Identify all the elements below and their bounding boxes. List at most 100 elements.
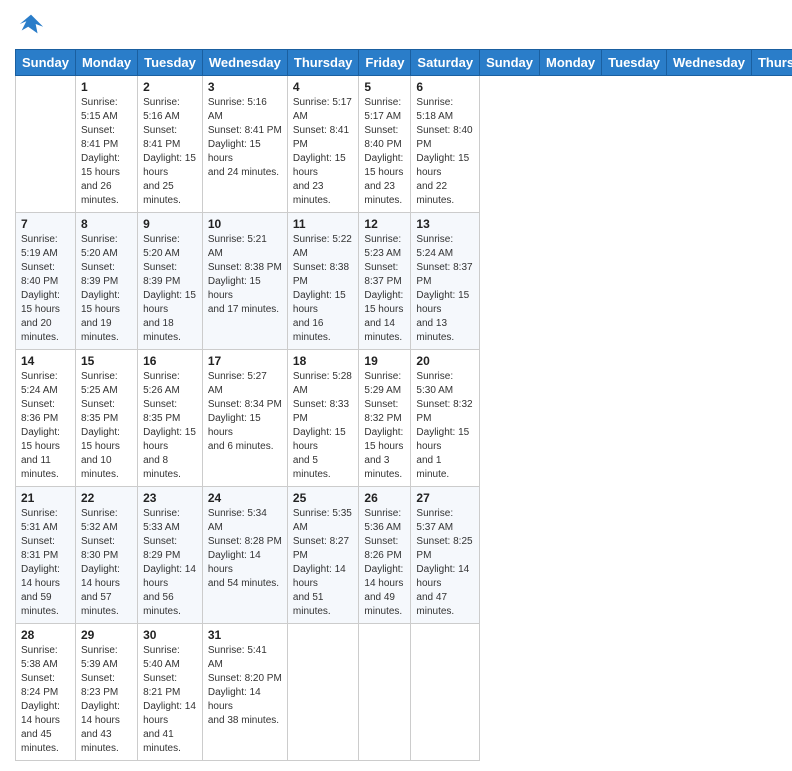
calendar-cell: 1 Sunrise: 5:15 AM Sunset: 8:41 PM Daylig… [75,76,137,213]
header-day-thursday: Thursday [287,50,359,76]
calendar-cell: 22Sunrise: 5:32 AM Sunset: 8:30 PM Dayli… [75,487,137,624]
cell-text: Sunrise: 5:16 AM Sunset: 8:41 PM Dayligh… [208,96,282,180]
cell-text: Sunrise: 5:24 AM Sunset: 8:36 PM Dayligh… [21,370,70,482]
calendar-cell: 20 Sunrise: 5:30 AM Sunset: 8:32 PM Dayli… [411,350,480,487]
logo-text [15,10,45,43]
cell-text: Sunrise: 5:18 AM Sunset: 8:40 PM Dayligh… [416,96,474,208]
calendar-cell: 5Sunrise: 5:17 AM Sunset: 8:40 PM Daylig… [359,76,411,213]
cell-text: Sunrise: 5:27 AM Sunset: 8:34 PM Dayligh… [208,370,282,454]
cell-text: Sunrise: 5:30 AM Sunset: 8:32 PM Dayligh… [416,370,474,482]
day-number: 27 [416,491,474,505]
cell-text: Sunrise: 5:28 AM Sunset: 8:33 PM Dayligh… [293,370,354,482]
cell-text: Sunrise: 5:38 AM Sunset: 8:24 PM Dayligh… [21,644,70,756]
calendar-cell: 29 Sunrise: 5:39 AM Sunset: 8:23 PM Dayli… [75,624,137,761]
calendar-cell: 8Sunrise: 5:20 AM Sunset: 8:39 PM Daylig… [75,213,137,350]
day-number: 28 [21,628,70,642]
calendar-week-1: 1 Sunrise: 5:15 AM Sunset: 8:41 PM Daylig… [16,76,792,213]
day-number: 9 [143,217,197,231]
header-day-wednesday: Wednesday [202,50,287,76]
calendar-cell: 13 Sunrise: 5:24 AM Sunset: 8:37 PM Dayli… [411,213,480,350]
cell-text: Sunrise: 5:31 AM Sunset: 8:31 PM Dayligh… [21,507,70,619]
cell-text: Sunrise: 5:37 AM Sunset: 8:25 PM Dayligh… [416,507,474,619]
calendar-cell: 30 Sunrise: 5:40 AM Sunset: 8:21 PM Dayli… [138,624,203,761]
calendar-cell: 26Sunrise: 5:36 AM Sunset: 8:26 PM Dayli… [359,487,411,624]
cell-text: Sunrise: 5:17 AM Sunset: 8:40 PM Dayligh… [364,96,405,208]
cell-text: Sunrise: 5:33 AM Sunset: 8:29 PM Dayligh… [143,507,197,619]
header-sunday: Sunday [480,50,540,76]
header-day-saturday: Saturday [411,50,480,76]
cell-text: Sunrise: 5:26 AM Sunset: 8:35 PM Dayligh… [143,370,197,482]
cell-text: Sunrise: 5:34 AM Sunset: 8:28 PM Dayligh… [208,507,282,591]
calendar-cell: 15 Sunrise: 5:25 AM Sunset: 8:35 PM Dayli… [75,350,137,487]
day-number: 14 [21,354,70,368]
header-wednesday: Wednesday [666,50,751,76]
day-number: 15 [81,354,132,368]
calendar-cell: 10 Sunrise: 5:21 AM Sunset: 8:38 PM Dayli… [202,213,287,350]
day-number: 17 [208,354,282,368]
calendar-cell: 3 Sunrise: 5:16 AM Sunset: 8:41 PM Daylig… [202,76,287,213]
day-number: 22 [81,491,132,505]
cell-text: Sunrise: 5:39 AM Sunset: 8:23 PM Dayligh… [81,644,132,756]
calendar-cell: 4Sunrise: 5:17 AM Sunset: 8:41 PM Daylig… [287,76,359,213]
cell-text: Sunrise: 5:20 AM Sunset: 8:39 PM Dayligh… [81,233,132,345]
cell-text: Sunrise: 5:17 AM Sunset: 8:41 PM Dayligh… [293,96,354,208]
header-thursday: Thursday [751,50,792,76]
cell-text: Sunrise: 5:19 AM Sunset: 8:40 PM Dayligh… [21,233,70,345]
cell-text: Sunrise: 5:35 AM Sunset: 8:27 PM Dayligh… [293,507,354,619]
calendar-cell: 25Sunrise: 5:35 AM Sunset: 8:27 PM Dayli… [287,487,359,624]
day-number: 2 [143,80,197,94]
cell-text: Sunrise: 5:21 AM Sunset: 8:38 PM Dayligh… [208,233,282,317]
header-day-friday: Friday [359,50,411,76]
calendar-cell [359,624,411,761]
header-monday: Monday [540,50,602,76]
calendar-cell [16,76,76,213]
calendar-cell [287,624,359,761]
day-number: 16 [143,354,197,368]
calendar-cell: 2 Sunrise: 5:16 AM Sunset: 8:41 PM Daylig… [138,76,203,213]
calendar-cell: 18 Sunrise: 5:28 AM Sunset: 8:33 PM Dayli… [287,350,359,487]
cell-text: Sunrise: 5:16 AM Sunset: 8:41 PM Dayligh… [143,96,197,208]
calendar-cell: 19Sunrise: 5:29 AM Sunset: 8:32 PM Dayli… [359,350,411,487]
calendar-cell: 7 Sunrise: 5:19 AM Sunset: 8:40 PM Daylig… [16,213,76,350]
day-number: 3 [208,80,282,94]
day-number: 31 [208,628,282,642]
day-number: 21 [21,491,70,505]
header-day-sunday: Sunday [16,50,76,76]
calendar-header-row: SundayMondayTuesdayWednesdayThursdayFrid… [16,50,792,76]
calendar-cell: 17 Sunrise: 5:27 AM Sunset: 8:34 PM Dayli… [202,350,287,487]
calendar-table: SundayMondayTuesdayWednesdayThursdayFrid… [15,49,792,761]
day-number: 30 [143,628,197,642]
day-number: 29 [81,628,132,642]
calendar-cell: 14 Sunrise: 5:24 AM Sunset: 8:36 PM Dayli… [16,350,76,487]
day-number: 13 [416,217,474,231]
calendar-cell: 27 Sunrise: 5:37 AM Sunset: 8:25 PM Dayli… [411,487,480,624]
day-number: 20 [416,354,474,368]
header-tuesday: Tuesday [602,50,667,76]
day-number: 23 [143,491,197,505]
header [15,10,777,43]
calendar-cell: 31 Sunrise: 5:41 AM Sunset: 8:20 PM Dayli… [202,624,287,761]
day-number: 12 [364,217,405,231]
cell-text: Sunrise: 5:24 AM Sunset: 8:37 PM Dayligh… [416,233,474,345]
day-number: 18 [293,354,354,368]
cell-text: Sunrise: 5:41 AM Sunset: 8:20 PM Dayligh… [208,644,282,728]
cell-text: Sunrise: 5:25 AM Sunset: 8:35 PM Dayligh… [81,370,132,482]
cell-text: Sunrise: 5:40 AM Sunset: 8:21 PM Dayligh… [143,644,197,756]
day-number: 1 [81,80,132,94]
day-number: 26 [364,491,405,505]
cell-text: Sunrise: 5:23 AM Sunset: 8:37 PM Dayligh… [364,233,405,345]
logo [15,10,45,43]
day-number: 10 [208,217,282,231]
calendar-week-3: 14 Sunrise: 5:24 AM Sunset: 8:36 PM Dayli… [16,350,792,487]
day-number: 19 [364,354,405,368]
calendar-cell: 28 Sunrise: 5:38 AM Sunset: 8:24 PM Dayli… [16,624,76,761]
header-day-tuesday: Tuesday [138,50,203,76]
day-number: 7 [21,217,70,231]
calendar-cell: 12 Sunrise: 5:23 AM Sunset: 8:37 PM Dayli… [359,213,411,350]
calendar-cell: 23 Sunrise: 5:33 AM Sunset: 8:29 PM Dayli… [138,487,203,624]
cell-text: Sunrise: 5:22 AM Sunset: 8:38 PM Dayligh… [293,233,354,345]
logo-bird-icon [17,10,45,38]
day-number: 11 [293,217,354,231]
page-container: SundayMondayTuesdayWednesdayThursdayFrid… [0,0,792,771]
cell-text: Sunrise: 5:15 AM Sunset: 8:41 PM Dayligh… [81,96,132,208]
